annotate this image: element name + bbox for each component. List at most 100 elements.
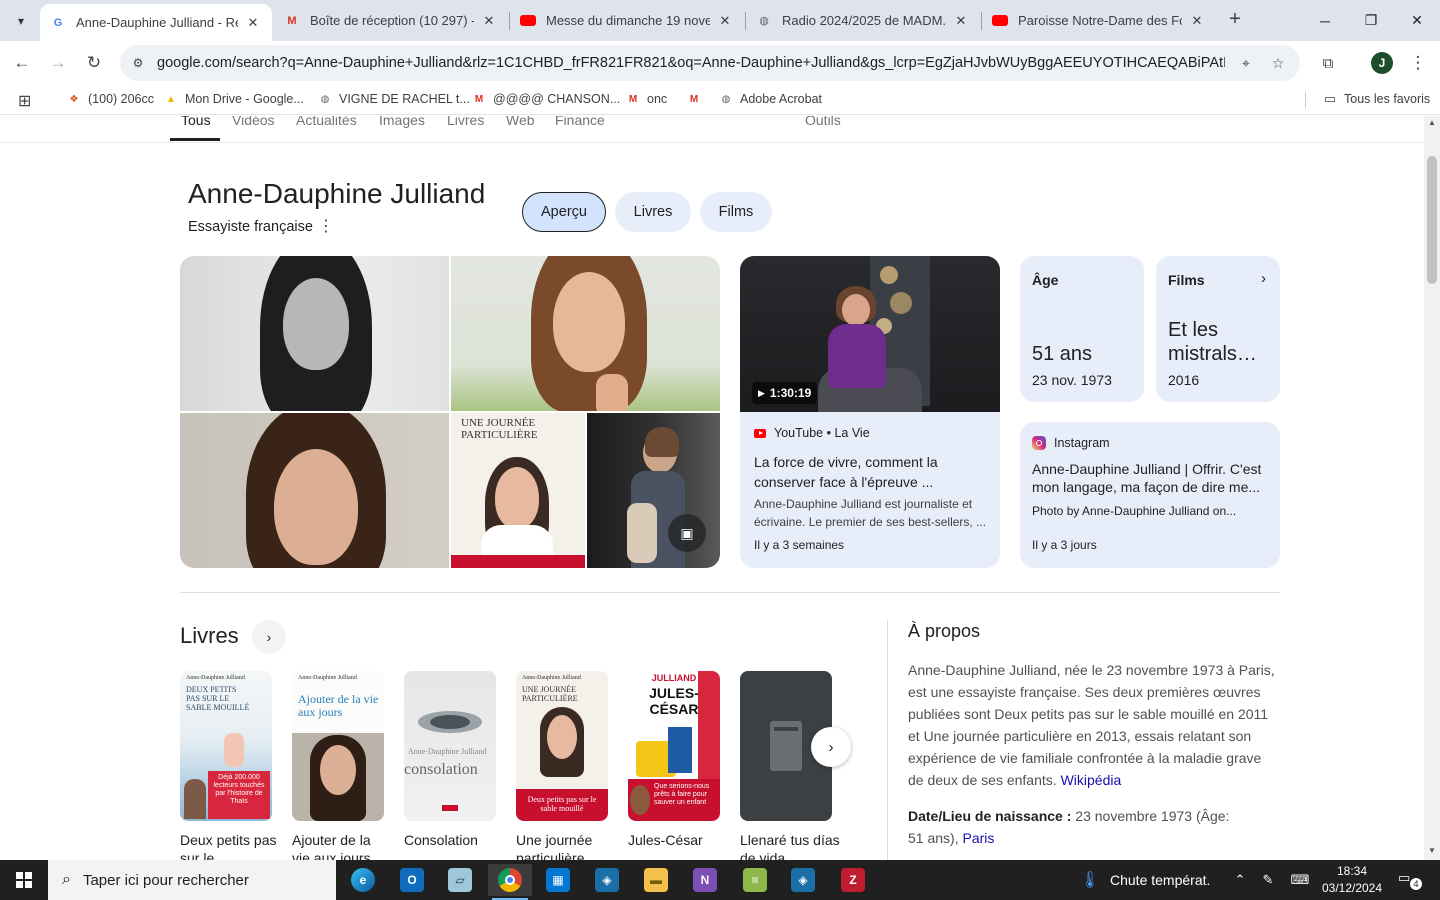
age-card[interactable]: Âge 51 ans 23 nov. 1973 <box>1020 256 1144 402</box>
bookmark-mon-drive[interactable]: ▲ Mon Drive - Google... <box>163 91 304 107</box>
instagram-title[interactable]: Anne-Dauphine Julliand | Offrir. C'est m… <box>1032 460 1268 496</box>
tab-google-search[interactable]: G Anne-Dauphine Julliand - Rech ✕ <box>40 4 272 41</box>
minimize-icon[interactable]: ─ <box>1302 0 1348 41</box>
portrait-photo-closeup[interactable] <box>180 413 449 568</box>
book-title[interactable]: Une journée particulière <box>516 831 616 860</box>
close-tab-icon[interactable]: ✕ <box>480 13 498 29</box>
tab-gmail-inbox[interactable]: M Boîte de réception (10 297) - je ✕ <box>274 0 508 41</box>
connect-app[interactable]: ◈ <box>585 864 629 896</box>
chip-livres[interactable]: Livres <box>615 192 691 232</box>
start-button[interactable] <box>0 860 48 900</box>
back-arrow-icon[interactable]: ← <box>8 49 36 77</box>
pen-icon[interactable]: ✎ <box>1258 870 1278 890</box>
bookmark-adobe-acrobat[interactable]: ◍ Adobe Acrobat <box>718 91 822 107</box>
book-cover[interactable]: Anne-Dauphine Julliand consolation <box>404 671 496 821</box>
onenote-app[interactable]: N <box>683 864 727 896</box>
search-tab-videos[interactable]: Vidéos <box>232 116 275 128</box>
books-next-chevron-icon[interactable]: › <box>811 727 851 767</box>
scroll-down-icon[interactable]: ▼ <box>1427 846 1437 856</box>
reload-icon[interactable]: ↻ <box>80 49 108 77</box>
portrait-photo-bw[interactable] <box>180 256 449 411</box>
portrait-photo-smiling[interactable] <box>451 256 720 411</box>
search-tab-web[interactable]: Web <box>506 116 535 128</box>
restore-icon[interactable]: ❐ <box>1348 0 1394 41</box>
filezilla-app[interactable]: Z <box>831 864 875 896</box>
scroll-up-icon[interactable]: ▲ <box>1427 118 1437 128</box>
bookmark-gmail[interactable]: M <box>686 91 708 107</box>
bookmark-vigne-de-rachel[interactable]: ◍ VIGNE DE RACHEL t... <box>317 91 470 107</box>
tools-button[interactable]: Outils <box>805 116 841 128</box>
bookmark-star-icon[interactable]: ☆ <box>1268 53 1288 73</box>
menu-kebab-icon[interactable]: ⋮ <box>1404 49 1432 77</box>
book-cover[interactable]: Anne-Dauphine Julliand Ajouter de la vie… <box>292 671 384 821</box>
video-title[interactable]: La force de vivre, comment la conserver … <box>754 452 990 492</box>
outlook-app[interactable]: O <box>390 864 434 896</box>
archive-app[interactable]: ≡ <box>733 864 777 896</box>
site-settings-icon[interactable]: ⚙ <box>128 53 148 73</box>
search-tab-tous[interactable]: Tous <box>181 116 211 128</box>
chevron-up-icon[interactable]: ⌃ <box>1230 870 1250 890</box>
close-tab-icon[interactable]: ✕ <box>1188 13 1206 29</box>
chip-films[interactable]: Films <box>700 192 772 232</box>
book-title[interactable]: Ajouter de la vie aux jours <box>292 831 392 860</box>
book-cover[interactable]: JULLIAND JULES-CÉSAR Que serions-nous pr… <box>628 671 720 821</box>
book-title[interactable]: Deux petits pas sur le <box>180 831 280 860</box>
film-year: 2016 <box>1168 372 1200 388</box>
close-window-icon[interactable]: ✕ <box>1394 0 1440 41</box>
tab-radio[interactable]: ◍ Radio 2024/2025 de MADM.... ✕ <box>746 0 980 41</box>
book-cover-photo[interactable]: UNE JOURNÉE PARTICULIÈRE <box>451 413 585 568</box>
scroll-thumb[interactable] <box>1427 156 1437 284</box>
source-text: Instagram <box>1054 436 1110 450</box>
page-scrollbar[interactable]: ▲ ▼ <box>1424 116 1440 860</box>
profile-avatar[interactable]: J <box>1371 52 1393 74</box>
store-app[interactable]: ▦ <box>536 864 580 896</box>
chip-apercu[interactable]: Aperçu <box>522 192 606 232</box>
tab-youtube-paroisse[interactable]: Paroisse Notre-Dame des Foye ✕ <box>982 0 1216 41</box>
taskbar-search[interactable]: ⌕ Taper ici pour rechercher <box>48 860 336 900</box>
book-title[interactable]: Consolation <box>404 831 504 849</box>
file-explorer-app[interactable]: ▬ <box>634 864 678 896</box>
image-gallery-icon[interactable]: ▣ <box>668 514 706 552</box>
wikipedia-link[interactable]: Wikipédia <box>1061 772 1122 788</box>
all-bookmarks[interactable]: ▭ Tous les favoris <box>1322 91 1430 107</box>
bookmark-206cc[interactable]: ❖ (100) 206cc <box>66 91 155 107</box>
weather-text[interactable]: Chute températ. <box>1110 872 1210 888</box>
search-tab-images[interactable]: Images <box>379 116 425 128</box>
video-card[interactable]: ▶ 1:30:19 YouTube • La Vie La force de v… <box>740 256 1000 568</box>
instagram-card[interactable]: Instagram Anne-Dauphine Julliand | Offri… <box>1020 422 1280 568</box>
new-tab-plus-icon[interactable]: + <box>1224 8 1246 32</box>
tab-search-chevron-icon[interactable]: ▾ <box>8 8 34 34</box>
search-tab-actualites[interactable]: Actualités <box>296 116 357 128</box>
clock[interactable]: 18:34 03/12/2024 <box>1320 863 1384 897</box>
address-bar[interactable]: ⚙ google.com/search?q=Anne-Dauphine+Jull… <box>120 45 1300 81</box>
url-text[interactable]: google.com/search?q=Anne-Dauphine+Jullia… <box>157 55 1225 71</box>
films-card[interactable]: Films › Et les mistrals… 2016 <box>1156 256 1280 402</box>
book-title[interactable]: Llenaré tus días de vida <box>740 831 840 860</box>
extensions-puzzle-icon[interactable]: ⧉ <box>1314 49 1342 77</box>
book-cover[interactable]: Anne-Dauphine Julliand UNE JOURNÉE PARTI… <box>516 671 608 821</box>
livres-chevron-right-icon[interactable]: › <box>252 620 286 654</box>
close-tab-icon[interactable]: ✕ <box>952 13 970 29</box>
remote-app[interactable]: ◈ <box>781 864 825 896</box>
cover-note: Déjà 200.000 lecteurs touchés par l'hist… <box>208 771 270 819</box>
apps-grid-icon[interactable]: ⊞ <box>18 91 31 111</box>
book-cover[interactable]: Anne-Dauphine Julliand DEUX PETITS PAS S… <box>180 671 272 821</box>
edge-app[interactable]: e <box>341 864 385 896</box>
video-thumbnail[interactable]: ▶ 1:30:19 <box>740 256 1000 412</box>
bookmark-onc[interactable]: M onc <box>625 91 667 107</box>
keyboard-icon[interactable]: ⌨ <box>1290 870 1310 890</box>
close-tab-icon[interactable]: ✕ <box>716 13 734 29</box>
tab-youtube-messe[interactable]: Messe du dimanche 19 novem ✕ <box>510 0 744 41</box>
notification-icon[interactable]: ▭ 4 <box>1398 870 1422 890</box>
notes-app[interactable]: ▱ <box>438 864 482 896</box>
close-tab-icon[interactable]: ✕ <box>244 15 262 31</box>
bookmark-chanson[interactable]: M @@@@ CHANSON... <box>471 91 620 107</box>
location-pin-icon[interactable]: ⌖ <box>1236 53 1256 73</box>
chrome-app[interactable] <box>488 864 532 900</box>
search-tab-livres[interactable]: Livres <box>447 116 484 128</box>
birth-place-link[interactable]: Paris <box>962 830 994 846</box>
search-tab-finance[interactable]: Finance <box>555 116 605 128</box>
forward-arrow-icon[interactable]: → <box>44 49 72 77</box>
book-title[interactable]: Jules-César <box>628 831 728 849</box>
more-options-icon[interactable]: ⋮ <box>318 216 334 236</box>
